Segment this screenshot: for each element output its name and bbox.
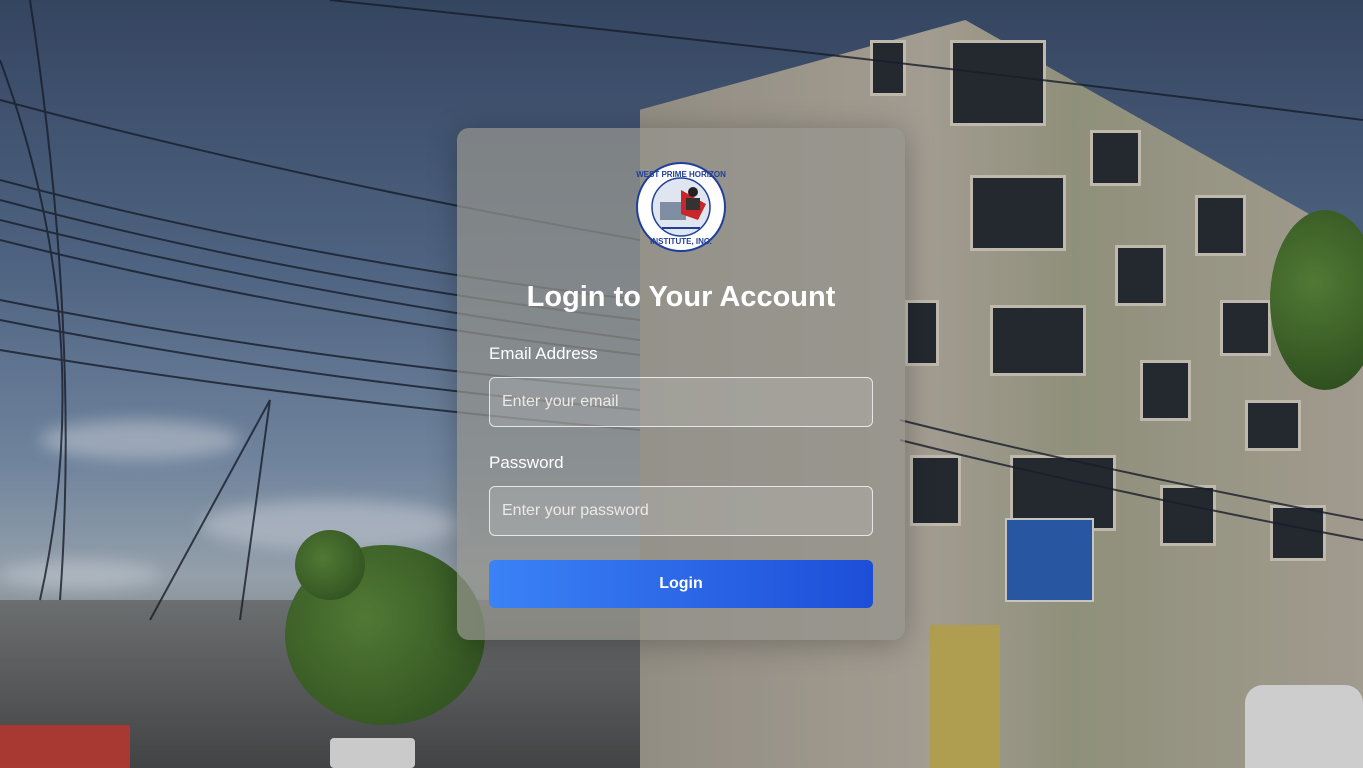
school-logo-icon: WEST PRIME HORIZON INSTITUTE, INC. <box>636 162 726 252</box>
logo-bottom-text: INSTITUTE, INC. <box>650 237 712 246</box>
email-field[interactable] <box>489 377 873 427</box>
login-button[interactable]: Login <box>489 560 873 608</box>
password-label: Password <box>489 453 564 472</box>
logo-top-text: WEST PRIME HORIZON <box>636 170 726 179</box>
password-field[interactable] <box>489 486 873 536</box>
email-label: Email Address <box>489 344 598 363</box>
page-title: Login to Your Account <box>526 281 836 313</box>
login-card: WEST PRIME HORIZON INSTITUTE, INC. Login… <box>457 128 905 640</box>
